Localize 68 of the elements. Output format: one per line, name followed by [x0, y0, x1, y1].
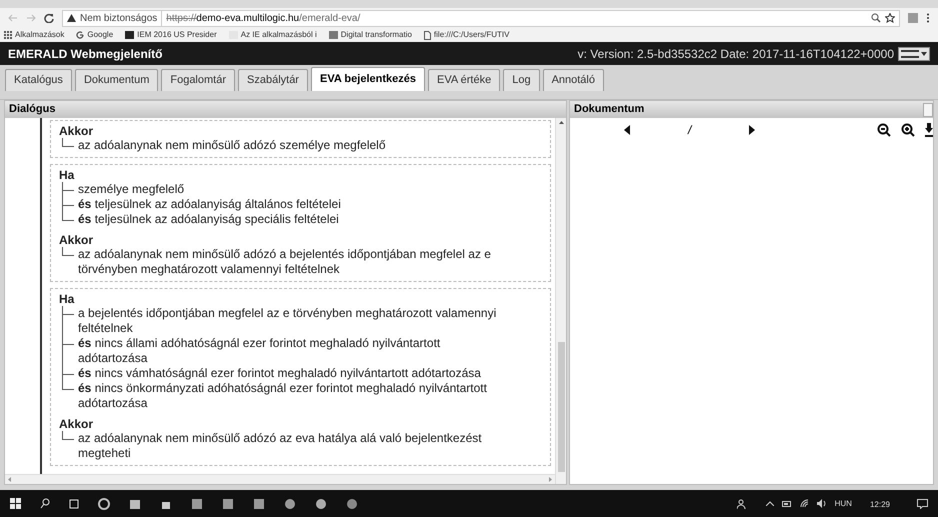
windows-icon[interactable]	[10, 498, 21, 509]
tab[interactable]: Szabálytár	[238, 69, 308, 91]
condition-text: és teljesülnek az adóalanyiság általános feltételei	[77, 197, 341, 212]
condition-text: az adóalanynak nem minősülő adózó a bejelentés időpontjában megfelel az e törvényben meghatározott valamennyi feltételnek	[77, 247, 492, 277]
file-icon	[424, 30, 431, 40]
tab[interactable]: Dokumentum	[74, 69, 158, 91]
security-label: Nem biztonságos	[80, 10, 162, 26]
section-label: Akkor	[59, 417, 94, 431]
tab[interactable]: EVA bejelentkezés	[310, 67, 425, 91]
menu-icon[interactable]	[926, 13, 930, 23]
g-icon	[76, 31, 84, 39]
bookmark-link[interactable]: Digital transformatio	[340, 29, 412, 41]
clock[interactable]: 12:29	[870, 498, 890, 510]
tab[interactable]: EVA értéke	[428, 69, 500, 91]
condition-text: az adóalanynak nem minősülő adózó az eva hatálya alá való bejelentkezést megteheti	[77, 431, 483, 461]
download-icon[interactable]	[925, 123, 933, 137]
version-text: v: Version: 2.5-bd35532c2 Date: 2017-11-16T104122+0000	[578, 46, 894, 62]
browser-icon[interactable]	[98, 498, 110, 510]
speaker-icon[interactable]	[816, 499, 827, 508]
section-label: Ha	[59, 168, 76, 182]
scroll-up-icon[interactable]	[558, 121, 564, 124]
condition-text: és teljesülnek az adóalanyiság speciális feltételei	[77, 212, 339, 227]
tab[interactable]: Katalógus	[5, 69, 72, 91]
section-label: Akkor	[59, 233, 94, 247]
condition-text: az adóalanynak nem minősülő adózó személye megfelelő	[77, 138, 386, 153]
bookmark-link[interactable]: Alkalmazások	[15, 29, 64, 41]
favicon-icon	[328, 31, 338, 39]
section-label: Ha	[59, 292, 76, 306]
bookmark-link[interactable]: Google	[87, 29, 114, 41]
battery-icon[interactable]	[782, 500, 792, 506]
search-icon[interactable]	[40, 498, 50, 509]
panel-header: Dokumentum	[573, 102, 646, 118]
condition-text: és nincs önkormányzati adóhatóságnál ezer forintot meghaladó nyilvántartott adótartozása	[77, 381, 488, 411]
vertical-scrollbar[interactable]	[555, 118, 566, 484]
tab[interactable]: Annotáló	[542, 69, 604, 91]
bookmark-link[interactable]: IEM 2016 US Presider	[137, 29, 217, 41]
task-view-icon[interactable]	[69, 498, 79, 508]
apps-grid-icon	[4, 31, 12, 39]
favicon-icon	[125, 31, 134, 39]
tab[interactable]: Log	[503, 69, 540, 91]
url-text: https://demo-eva.multilogic.hu/emerald-eva/	[166, 12, 360, 26]
zoom-icon[interactable]	[871, 13, 881, 23]
round-app-icon[interactable]	[315, 498, 327, 510]
warning-icon	[67, 14, 76, 22]
tab[interactable]: Fogalomtár	[161, 69, 235, 91]
reload-icon[interactable]	[44, 13, 54, 23]
condition-text: személye megfelelő	[77, 182, 184, 197]
bookmark-link[interactable]: Az IE alkalmazásból i	[240, 29, 317, 41]
chevron-up-icon[interactable]	[766, 501, 774, 506]
condition-text: és nincs vámhatóságnál ezer forintot meghaladó nyilvántartott adótartozása	[77, 366, 481, 381]
caret-icon	[921, 52, 927, 56]
zoom-out-icon[interactable]	[877, 123, 891, 137]
section-label: Akkor	[59, 124, 94, 138]
language-indicator[interactable]: HUN	[834, 498, 852, 510]
round-app-icon[interactable]	[346, 498, 358, 510]
wifi-icon[interactable]	[800, 499, 809, 508]
next-page-icon[interactable]	[749, 125, 756, 135]
notification-icon[interactable]	[917, 498, 928, 508]
page-number: /	[688, 122, 692, 139]
bookmark-link[interactable]: file:///C:/Users/FUTIV	[434, 29, 510, 41]
address-bar[interactable]: Nem biztonságos https://demo-eva.multilogic.hu/emerald-eva/	[62, 10, 900, 26]
zoom-in-icon[interactable]	[901, 123, 915, 137]
previous-page-icon[interactable]	[624, 125, 630, 135]
layout-button[interactable]	[898, 46, 930, 60]
panel-header: Dialógus	[5, 101, 566, 118]
app-title: EMERALD Webmegjelenítő	[8, 46, 162, 62]
people-icon[interactable]	[736, 498, 747, 508]
star-icon[interactable]	[885, 13, 895, 23]
